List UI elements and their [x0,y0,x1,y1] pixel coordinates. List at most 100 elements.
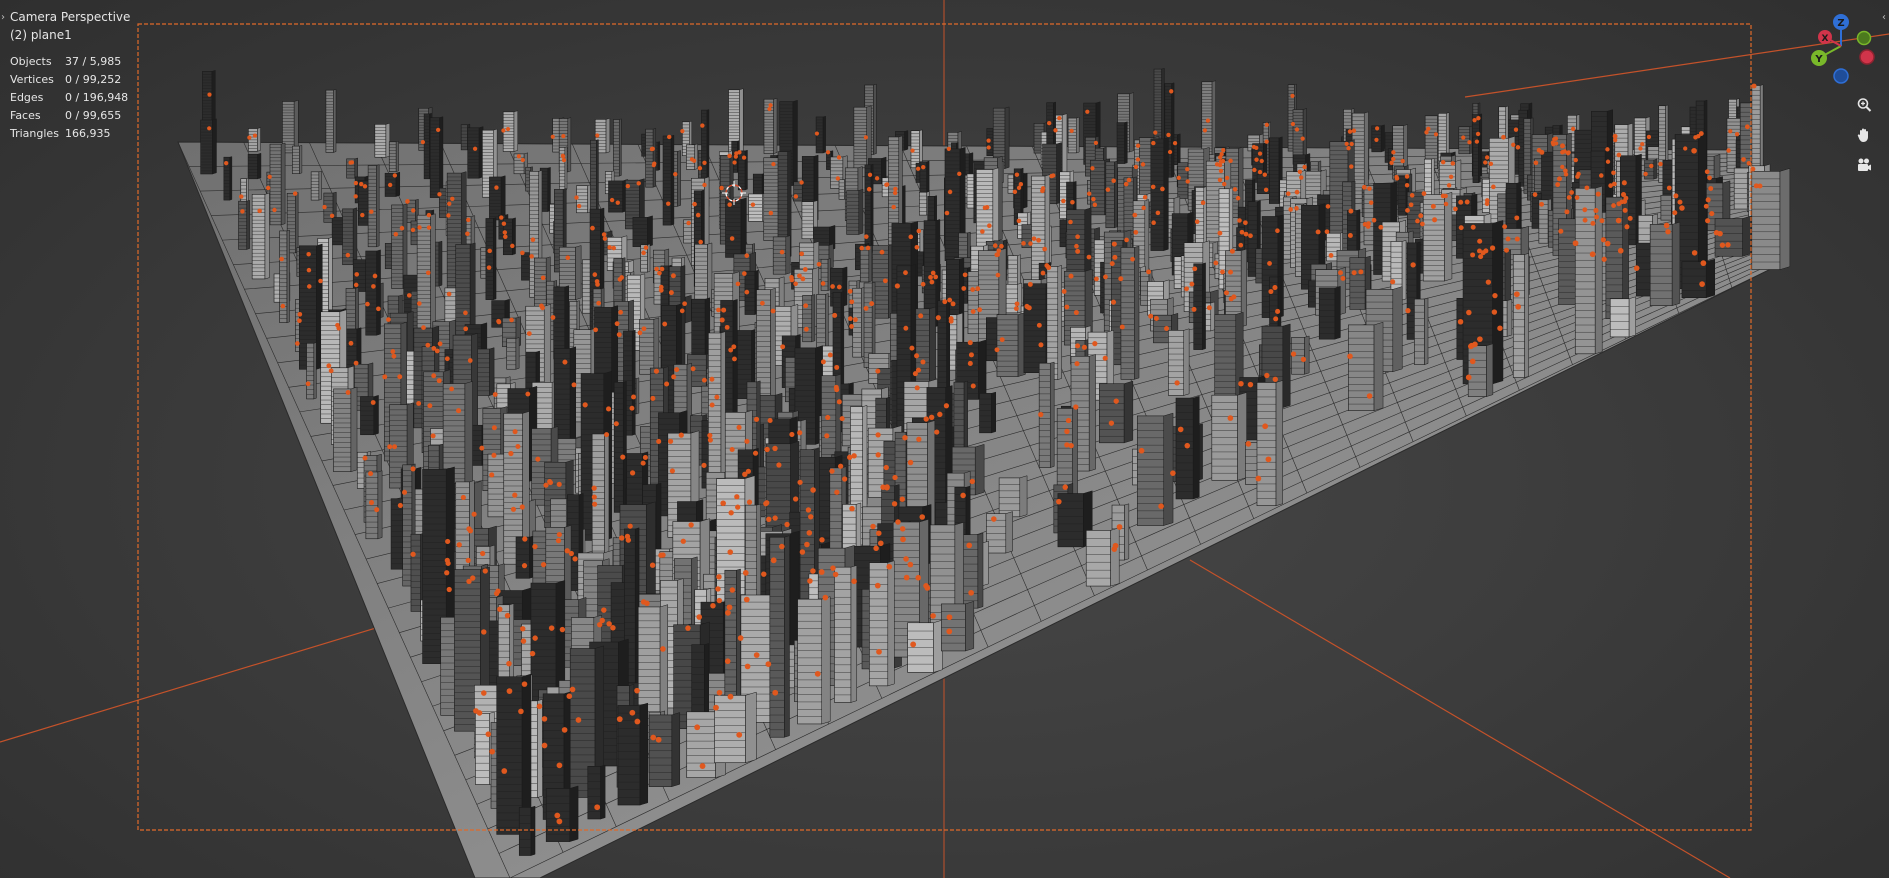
vertex-dot [1268,289,1274,295]
building [1649,221,1681,307]
building [1512,252,1529,378]
vertex-dot [1126,177,1132,183]
vertex-dot [966,542,973,549]
vertex-dot [561,133,566,139]
vertex-dot [1248,233,1253,239]
vertex-dot [1665,229,1671,235]
camera-view-button[interactable] [1851,152,1877,178]
vertex-dot [1228,158,1233,164]
city-scene[interactable] [0,0,1889,878]
vertex-dot [1638,146,1643,151]
vertex-dot [499,215,504,220]
vertex-dot [491,425,497,431]
vertex-dot [489,472,495,478]
vertex-dot [799,549,806,555]
neg-y-axis-handle[interactable] [1856,30,1872,46]
vertex-dot [543,482,549,488]
3d-viewport[interactable]: › ‹ Camera Perspective (2) plane1 Object… [0,0,1889,878]
vertex-dot [1366,221,1371,226]
vertex-dot [390,349,396,354]
vertex-dot [1108,420,1115,426]
vertex-dot [1255,475,1262,482]
neg-x-axis-handle[interactable] [1859,49,1875,65]
vertex-dot [849,505,855,512]
vertex-dot [388,182,393,188]
vertex-dot [1185,179,1190,184]
vertex-dot [369,209,374,214]
vertex-dot [1275,228,1280,234]
vertex-dot [719,185,724,191]
vertex-dot [1116,524,1123,530]
vertex-dot [631,394,636,400]
vertex-dot [387,444,393,450]
vertex-dot [1148,313,1154,319]
neg-z-axis-handle[interactable] [1833,68,1849,84]
vertex-dot [463,310,468,316]
right-panel-toggle-icon[interactable]: ‹ [1882,12,1886,23]
building [1193,262,1206,350]
vertex-dot [1094,276,1099,282]
vertex-dot [1073,310,1079,316]
vertex-dot [779,249,785,255]
vertex-dot [1347,353,1353,360]
vertex-dot [1351,270,1357,276]
building [506,337,520,370]
vertex-dot [1511,142,1516,147]
vertex-dot [1164,326,1170,332]
zoom-button[interactable] [1851,92,1877,118]
left-panel-toggle-icon[interactable]: › [1,12,5,23]
vertex-dot [903,270,908,276]
vertex-dot [716,307,721,313]
vertex-dot [729,236,735,241]
vertex-dot [521,681,528,687]
stat-value: 0 / 196,948 [65,91,129,104]
vertex-dot [1672,210,1678,216]
vertex-dot [520,157,525,163]
vertex-dot [960,492,966,499]
vertex-dot [776,462,782,468]
vertex-dot [1142,194,1148,200]
vertex-dot [1031,236,1037,241]
stat-value: 166,935 [65,127,111,140]
vertex-dot [892,190,898,196]
vertex-dot [1391,156,1396,162]
building [1458,125,1474,155]
vertex-dot [518,708,524,715]
vertex-dot [614,321,620,327]
building [269,142,286,226]
vertex-dot [1286,191,1291,196]
vertex-dot [1069,128,1074,134]
vertex-dot [1086,254,1092,260]
vertex-dot [820,359,826,365]
vertex-dot [1446,183,1452,188]
vertex-dot [1703,203,1709,209]
pan-button[interactable] [1851,122,1877,148]
vertex-dot [744,253,750,258]
vertex-dot [876,648,882,655]
vertex-dot [770,308,776,314]
vertex-dot [556,818,563,825]
vertex-dot [481,629,487,635]
building [632,215,653,247]
vertex-dot [1691,250,1698,256]
vertex-dot [1227,415,1234,421]
viewport-info: Camera Perspective (2) plane1 [10,8,130,44]
vertex-dot [1064,428,1070,435]
vertex-dot [641,250,646,256]
building [310,170,322,201]
vertex-dot [947,189,953,195]
vertex-dot [1470,252,1476,258]
vertex-dot [1220,269,1225,275]
vertex-dot [1047,120,1052,126]
vertex-dot [512,492,518,498]
vertex-dot [1172,140,1178,146]
vertex-dot [962,272,968,278]
vertex-dot [991,516,997,522]
vertex-dot [1612,133,1618,139]
vertex-dot [842,476,848,482]
navigation-gizmo[interactable]: Z Y X [1801,10,1881,90]
vertex-dot [1300,136,1305,141]
vertex-dot [1582,207,1588,213]
vertex-dot [832,312,838,318]
vertex-dot [1408,202,1414,208]
